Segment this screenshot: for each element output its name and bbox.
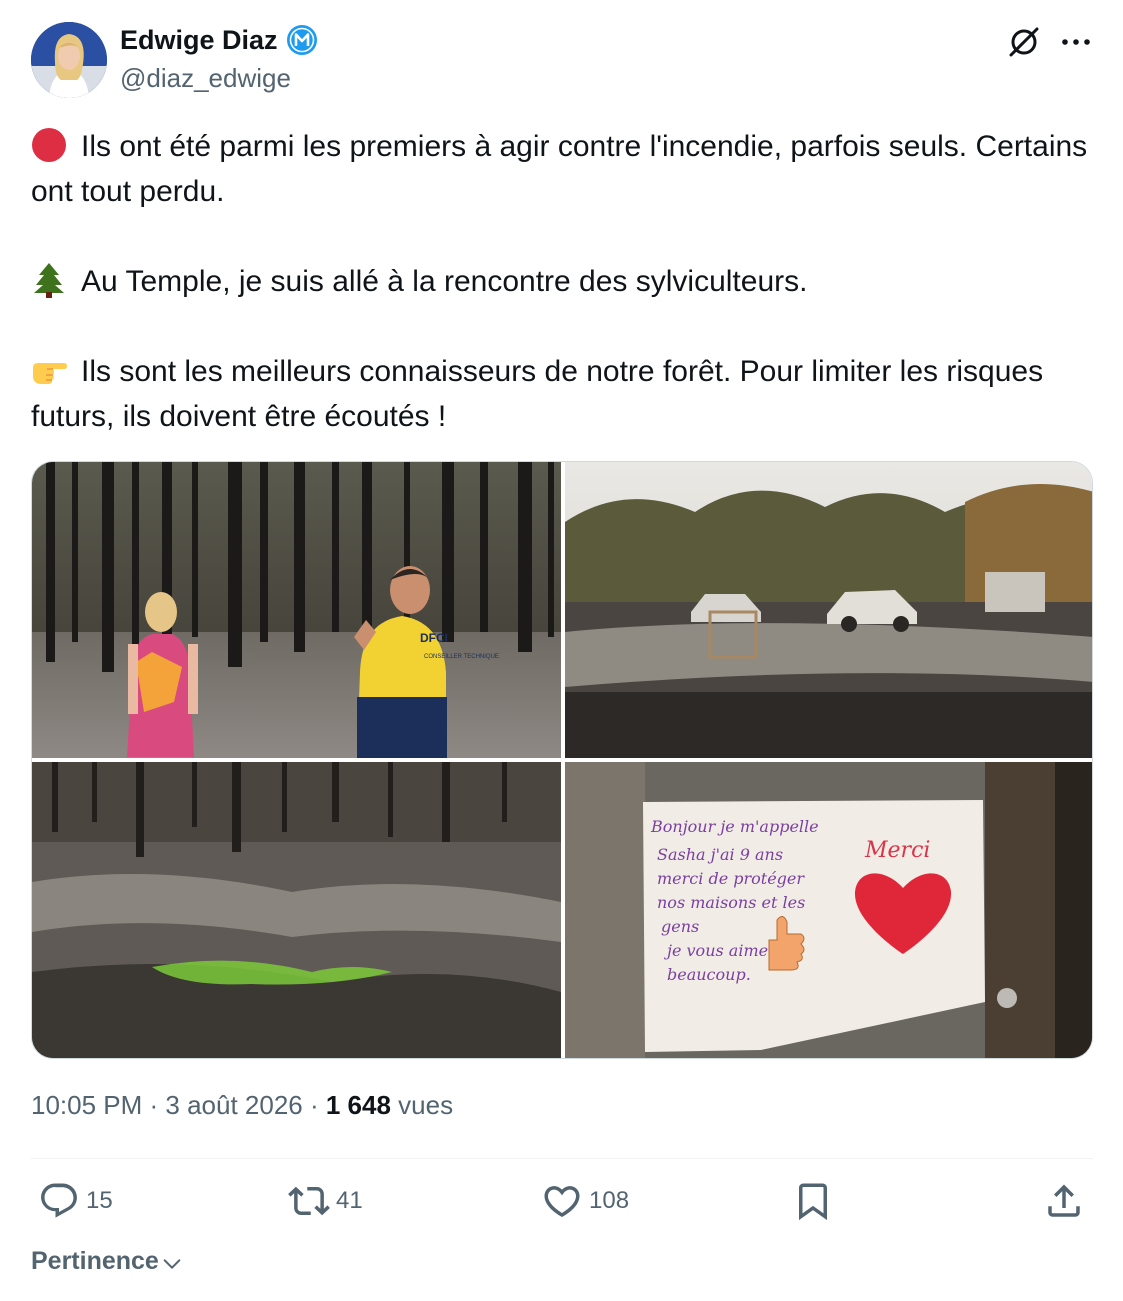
note-line: Bonjour je m'appelle xyxy=(650,817,819,836)
note-line: gens xyxy=(661,917,699,936)
divider xyxy=(31,1158,1093,1159)
share-icon xyxy=(1048,1184,1080,1217)
retweet-button[interactable]: 41 xyxy=(288,1180,363,1222)
meta-separator: · xyxy=(302,1090,326,1120)
reply-count: 15 xyxy=(86,1187,113,1214)
note-line: merci de protéger xyxy=(657,869,805,888)
tweet-paragraph: Ils ont été parmi les premiers à agir co… xyxy=(31,124,1101,214)
reply-button[interactable]: 15 xyxy=(38,1180,113,1222)
avatar[interactable] xyxy=(31,22,107,98)
chevron-down-icon xyxy=(163,1258,181,1269)
tweet-meta: 10:05 PM · 3 août 2026 · 1 648 vues xyxy=(31,1090,453,1121)
photo-burned-forest-floor[interactable] xyxy=(32,762,561,1058)
red-circle-icon xyxy=(32,128,66,162)
views-label: vues xyxy=(390,1090,454,1120)
avatar-image xyxy=(31,22,107,98)
author-name[interactable]: Edwige Diaz xyxy=(120,25,278,56)
meta-separator: · xyxy=(142,1090,166,1120)
more-icon[interactable] xyxy=(1056,26,1096,58)
photo-burned-property[interactable] xyxy=(565,462,1092,758)
paragraph-text: Ils sont les meilleurs connaisseurs de n… xyxy=(31,355,1044,433)
paragraph-text: Au Temple, je suis allé à la rencontre d… xyxy=(81,265,808,298)
retweet-count: 41 xyxy=(336,1187,363,1214)
badge-text: DFCI xyxy=(420,631,448,645)
media-grid: DFCI CONSEILLER TECHNIQUE Bonjour je m'a… xyxy=(31,461,1093,1059)
sort-label: Pertinence xyxy=(31,1247,159,1275)
author-handle[interactable]: @diaz_edwige xyxy=(120,63,291,94)
retweet-icon xyxy=(288,1186,330,1216)
tweet-paragraph: Ils sont les meilleurs connaisseurs de n… xyxy=(31,349,1101,439)
evergreen-tree-icon xyxy=(34,263,64,298)
note-line: beaucoup. xyxy=(667,965,751,984)
bookmark-icon xyxy=(799,1183,827,1221)
like-button[interactable]: 108 xyxy=(541,1180,629,1222)
tweet-paragraph: Au Temple, je suis allé à la rencontre d… xyxy=(31,259,1101,304)
tweet-text: Ils ont été parmi les premiers à agir co… xyxy=(31,124,1101,439)
tweet-date[interactable]: 3 août 2026 xyxy=(165,1090,302,1120)
note-line: nos maisons et les xyxy=(657,893,805,912)
pointing-hand-icon xyxy=(33,363,67,384)
grok-icon[interactable] xyxy=(1006,24,1042,60)
heart-icon xyxy=(544,1186,580,1218)
bookmark-button[interactable] xyxy=(792,1180,834,1222)
verified-m-badge-icon[interactable] xyxy=(286,24,318,56)
sort-dropdown[interactable]: Pertinence xyxy=(31,1247,183,1276)
views-count: 1 648 xyxy=(325,1090,391,1120)
reply-icon xyxy=(41,1183,77,1218)
photo-burned-forest-people[interactable]: DFCI CONSEILLER TECHNIQUE xyxy=(32,462,561,758)
share-button[interactable] xyxy=(1043,1180,1085,1222)
paragraph-text: Ils ont été parmi les premiers à agir co… xyxy=(31,130,1088,208)
photo-thank-you-note[interactable]: Bonjour je m'appelle Sasha j'ai 9 ans me… xyxy=(565,762,1092,1058)
note-line: Sasha j'ai 9 ans xyxy=(657,845,783,864)
jacket-text: CONSEILLER TECHNIQUE xyxy=(424,654,499,660)
note-line: je vous aime xyxy=(664,941,768,960)
note-merci: Merci xyxy=(864,838,930,863)
tweet-time[interactable]: 10:05 PM xyxy=(31,1090,142,1120)
like-count: 108 xyxy=(589,1187,630,1214)
